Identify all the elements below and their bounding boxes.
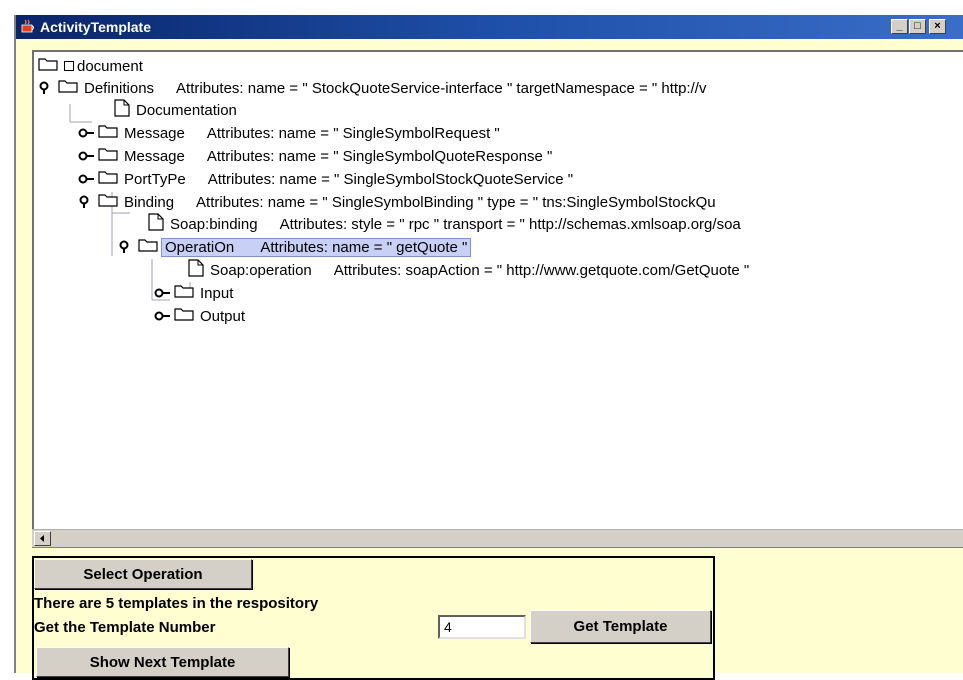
tree-node-porttype[interactable]: PortTyPe Attributes: name = " SingleSymb…	[78, 168, 573, 190]
maximize-button[interactable]: □	[909, 19, 926, 34]
scroll-left-button[interactable]	[34, 531, 51, 546]
tree-node-attributes: Attributes: name = " SingleSymbolBinding…	[196, 193, 716, 211]
tree-node-binding[interactable]: Binding Attributes: name = " SingleSymbo…	[78, 191, 716, 213]
tree-node-soap-operation[interactable]: Soap:operation Attributes: soapAction = …	[188, 259, 749, 281]
collapsed-handle-icon[interactable]	[78, 172, 96, 186]
document-icon	[188, 259, 204, 281]
tree-node-attributes: Attributes: name = " SingleSymbolRequest…	[206, 124, 500, 142]
tree-node-label: Message	[124, 124, 185, 142]
folder-icon	[98, 193, 118, 211]
title-bar[interactable]: ActivityTemplate _ □ ×	[16, 15, 963, 39]
tree-node-attributes: Attributes: name = " SingleSymbolStockQu…	[207, 170, 574, 188]
tree-node-soap-binding[interactable]: Soap:binding Attributes: style = " rpc "…	[148, 213, 741, 235]
folder-icon	[138, 238, 158, 256]
document-tree[interactable]: document Definitions Attributes: name = …	[32, 50, 963, 529]
collapsed-handle-icon[interactable]	[154, 286, 172, 300]
tree-node-attributes: Attributes: name = " getQuote "	[260, 238, 468, 256]
collapsed-handle-icon[interactable]	[154, 309, 172, 323]
template-control-panel: Select Operation There are 5 templates i…	[32, 556, 715, 680]
tree-node-attributes: Attributes: name = " SingleSymbolQuoteRe…	[206, 147, 553, 165]
folder-icon	[174, 307, 194, 325]
tree-node-label: Definitions	[84, 79, 155, 97]
tree-node-output[interactable]: Output	[154, 305, 245, 327]
get-template-button[interactable]: Get Template	[530, 610, 711, 643]
tree-node-definitions[interactable]: Definitions Attributes: name = " StockQu…	[38, 77, 706, 99]
activity-template-window: ActivityTemplate _ □ × document Definiti…	[14, 15, 963, 680]
folder-icon	[98, 147, 118, 165]
tree-node-label: PortTyPe	[124, 170, 186, 188]
folder-icon	[98, 170, 118, 188]
tree-node-label: Documentation	[136, 101, 237, 119]
tree-node-input[interactable]: Input	[154, 282, 233, 304]
collapsed-handle-icon[interactable]	[78, 126, 96, 140]
tree-node-attributes: Attributes: soapAction = " http://www.ge…	[333, 261, 750, 279]
root-checkbox-icon	[64, 61, 74, 71]
tree-node-label: Soap:operation	[210, 261, 312, 279]
collapsed-handle-icon[interactable]	[78, 149, 96, 163]
folder-icon	[174, 284, 194, 302]
tree-node-document[interactable]: document	[38, 55, 143, 77]
tree-node-documentation[interactable]: Documentation	[114, 99, 237, 121]
tree-node-attributes: Attributes: name = " StockQuoteService-i…	[176, 79, 707, 97]
tree-node-label: Binding	[124, 193, 175, 211]
document-icon	[148, 213, 164, 235]
expanded-handle-icon[interactable]	[118, 240, 136, 254]
select-operation-button[interactable]: Select Operation	[34, 559, 252, 589]
tree-node-label: Soap:binding	[170, 215, 258, 233]
selected-node-highlight[interactable]: OperatiOn Attributes: name = " getQuote …	[161, 237, 472, 257]
minimize-icon: _	[896, 20, 903, 32]
tree-node-operation[interactable]: OperatiOn Attributes: name = " getQuote …	[118, 236, 472, 258]
window-title: ActivityTemplate	[40, 19, 151, 35]
tree-node-label: Output	[200, 307, 246, 325]
close-icon: ×	[934, 20, 941, 32]
java-cup-icon	[21, 19, 34, 33]
folder-icon	[58, 79, 78, 97]
tree-node-message-response[interactable]: Message Attributes: name = " SingleSymbo…	[78, 145, 552, 167]
horizontal-scrollbar[interactable]	[32, 529, 963, 548]
desktop-edge	[0, 0, 14, 673]
tree-node-label: Input	[200, 284, 234, 302]
tree-node-label: OperatiOn	[165, 238, 235, 256]
left-arrow-icon	[40, 535, 44, 542]
document-icon	[114, 99, 130, 121]
maximize-icon: □	[914, 20, 921, 32]
minimize-button[interactable]: _	[891, 19, 908, 34]
template-number-input[interactable]	[438, 615, 526, 639]
tree-node-attributes: Attributes: style = " rpc " transport = …	[279, 215, 741, 233]
tree-node-label: Message	[124, 147, 185, 165]
close-button[interactable]: ×	[929, 19, 946, 34]
expanded-handle-icon[interactable]	[38, 81, 56, 95]
template-number-label: Get the Template Number	[34, 619, 216, 636]
expanded-handle-icon[interactable]	[78, 195, 96, 209]
folder-icon	[38, 57, 58, 75]
tree-node-label: document	[77, 57, 143, 75]
tree-node-message-request[interactable]: Message Attributes: name = " SingleSymbo…	[78, 122, 500, 144]
folder-icon	[98, 124, 118, 142]
template-count-text: There are 5 templates in the respository	[34, 595, 319, 612]
